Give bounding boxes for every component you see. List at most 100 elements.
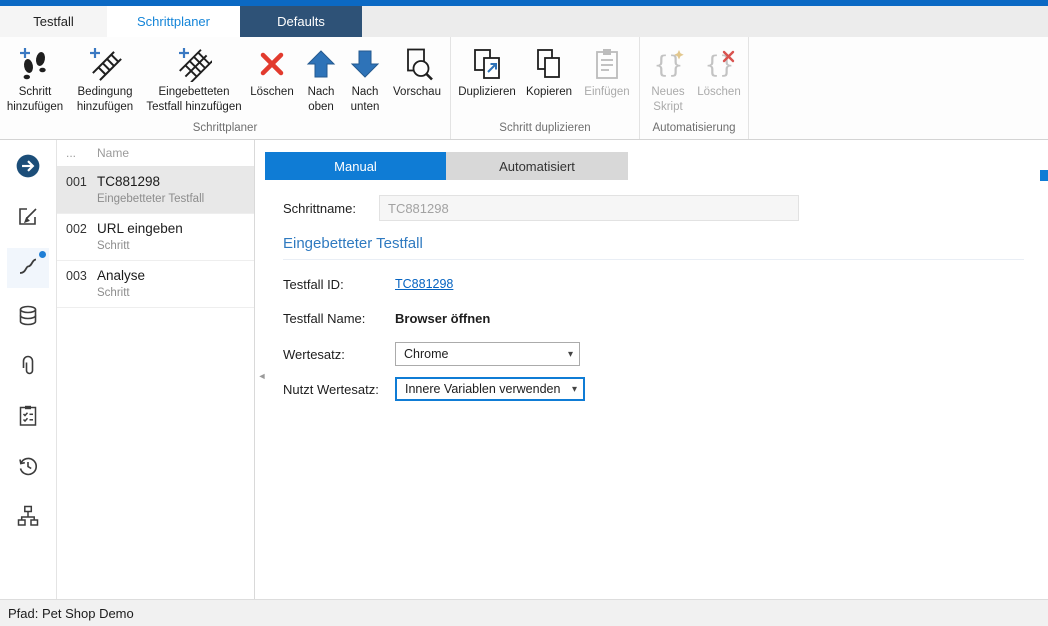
paperclip-icon	[16, 354, 40, 383]
step-list-header: ... Name	[57, 140, 254, 167]
step-row-001[interactable]: 001 TC881298 Eingebetteter Testfall	[57, 167, 254, 214]
edit-pencil-icon	[16, 204, 40, 233]
rail-item-hierarchy[interactable]	[7, 498, 49, 538]
rail-item-step-planner[interactable]	[7, 248, 49, 288]
wertesatz-label: Wertesatz:	[283, 347, 395, 362]
schrittname-label: Schrittname:	[283, 201, 379, 216]
tab-manual[interactable]: Manual	[265, 152, 446, 180]
button-label: Nach oben	[301, 85, 341, 115]
new-script-button[interactable]: {} Neues Skript	[643, 44, 693, 115]
delete-x-icon	[254, 46, 290, 82]
testfall-id-link[interactable]: TC881298	[395, 277, 453, 291]
add-condition-button[interactable]: Bedingung hinzufügen	[67, 44, 143, 115]
nutzt-wertesatz-label: Nutzt Wertesatz:	[283, 382, 395, 397]
duplicate-button[interactable]: Duplizieren	[454, 44, 520, 100]
add-embedded-testcase-button[interactable]: Eingebetteten Testfall hinzufügen	[143, 44, 245, 115]
rail-item-checklist[interactable]	[7, 398, 49, 438]
footsteps-add-icon	[17, 46, 53, 82]
testfall-name-label: Testfall Name:	[283, 311, 395, 326]
button-label: Neues Skript	[645, 85, 691, 115]
testfall-id-label: Testfall ID:	[283, 277, 395, 292]
collapse-panel-handle[interactable]: ◄	[257, 371, 267, 381]
preview-button[interactable]: Vorschau	[387, 44, 447, 100]
button-label: Bedingung hinzufügen	[69, 85, 141, 115]
status-path-text: Pfad: Pet Shop Demo	[8, 606, 134, 621]
sitemap-icon	[16, 504, 40, 533]
condition-tracks-add-icon	[87, 46, 123, 82]
step-row-002[interactable]: 002 URL eingeben Schritt	[57, 214, 254, 261]
ribbon-group-label: Schrittplaner	[3, 119, 447, 139]
ribbon-group-schritt-duplizieren: Duplizieren Kopieren	[451, 37, 640, 139]
step-title: URL eingeben	[97, 221, 183, 236]
checklist-clipboard-icon	[16, 404, 40, 433]
delete-step-button[interactable]: Löschen	[245, 44, 299, 100]
step-number: 001	[57, 174, 97, 205]
step-title: TC881298	[97, 174, 204, 189]
step-number: 002	[57, 221, 97, 252]
step-detail-panel: Manual Automatisiert ◄ Schrittname: TC88…	[256, 140, 1048, 599]
history-clock-icon	[16, 454, 40, 483]
button-label: Schritt hinzufügen	[5, 85, 65, 115]
tab-testfall[interactable]: Testfall	[0, 6, 107, 37]
rail-item-edit[interactable]	[7, 198, 49, 238]
chevron-down-icon: ▾	[568, 349, 573, 360]
wertesatz-selected-value: Chrome	[404, 347, 448, 361]
database-icon	[16, 304, 40, 333]
section-title-eingebetteter-testfall: Eingebetteter Testfall	[283, 235, 1024, 260]
embedded-testcase-add-icon	[176, 46, 212, 82]
button-label: Nach unten	[345, 85, 385, 115]
column-header-name: Name	[97, 146, 129, 160]
new-script-braces-icon: {}	[650, 46, 686, 82]
step-detail-form: Schrittname: TC881298 Eingebetteter Test…	[283, 195, 1024, 409]
add-step-button[interactable]: Schritt hinzufügen	[3, 44, 67, 115]
preview-magnifier-icon	[399, 46, 435, 82]
step-row-003[interactable]: 003 Analyse Schritt	[57, 261, 254, 308]
rail-item-attachments[interactable]	[7, 348, 49, 388]
step-subtitle: Schritt	[97, 240, 183, 252]
step-title: Analyse	[97, 268, 145, 283]
button-label: Eingebetteten Testfall hinzufügen	[145, 85, 243, 115]
copy-button[interactable]: Kopieren	[520, 44, 578, 100]
delete-script-braces-icon: {}	[701, 46, 737, 82]
nutzt-wertesatz-select[interactable]: Innere Variablen verwenden ▾	[395, 377, 585, 401]
button-label: Kopieren	[526, 85, 572, 100]
rail-item-navigate[interactable]	[7, 148, 49, 188]
wertesatz-select[interactable]: Chrome ▾	[395, 342, 580, 366]
button-label: Löschen	[697, 85, 740, 100]
notification-dot	[39, 251, 46, 258]
testfall-name-value: Browser öffnen	[395, 311, 490, 326]
ribbon-group-automatisierung: {} Neues Skript {} Löschen	[640, 37, 749, 139]
arrow-right-circle-icon	[15, 153, 41, 184]
step-subtitle: Eingebetteter Testfall	[97, 193, 204, 205]
tab-schrittplaner[interactable]: Schrittplaner	[107, 6, 240, 37]
delete-script-button[interactable]: {} Löschen	[693, 44, 745, 100]
column-header-number: ...	[57, 146, 97, 160]
ribbon: Schritt hinzufügen Bedingung hinzufügen	[0, 37, 1048, 140]
ribbon-group-schrittplaner: Schritt hinzufügen Bedingung hinzufügen	[0, 37, 451, 139]
rail-item-data[interactable]	[7, 298, 49, 338]
tab-strip-accent	[1040, 170, 1048, 181]
move-up-button[interactable]: Nach oben	[299, 44, 343, 115]
chevron-down-icon: ▾	[572, 384, 577, 395]
step-subtitle: Schritt	[97, 287, 145, 299]
step-list-panel: ... Name 001 TC881298 Eingebetteter Test…	[57, 140, 255, 599]
schrittname-input[interactable]: TC881298	[379, 195, 799, 221]
step-number: 003	[57, 268, 97, 299]
rail-item-history[interactable]	[7, 448, 49, 488]
ribbon-group-label: Schritt duplizieren	[454, 119, 636, 139]
button-label: Vorschau	[393, 85, 441, 100]
paste-button[interactable]: Einfügen	[578, 44, 636, 100]
tab-defaults[interactable]: Defaults	[240, 6, 362, 37]
arrow-up-icon	[303, 46, 339, 82]
tab-automatisiert[interactable]: Automatisiert	[446, 152, 628, 180]
move-down-button[interactable]: Nach unten	[343, 44, 387, 115]
ribbon-tab-bar: Testfall Schrittplaner Defaults	[0, 6, 1048, 37]
copy-pages-icon	[531, 46, 567, 82]
ribbon-group-label: Automatisierung	[643, 119, 745, 139]
nutzt-wertesatz-selected-value: Innere Variablen verwenden	[405, 382, 560, 396]
button-label: Löschen	[250, 85, 293, 100]
arrow-down-icon	[347, 46, 383, 82]
paste-clipboard-icon	[589, 46, 625, 82]
button-label: Einfügen	[584, 85, 629, 100]
button-label: Duplizieren	[458, 85, 516, 100]
